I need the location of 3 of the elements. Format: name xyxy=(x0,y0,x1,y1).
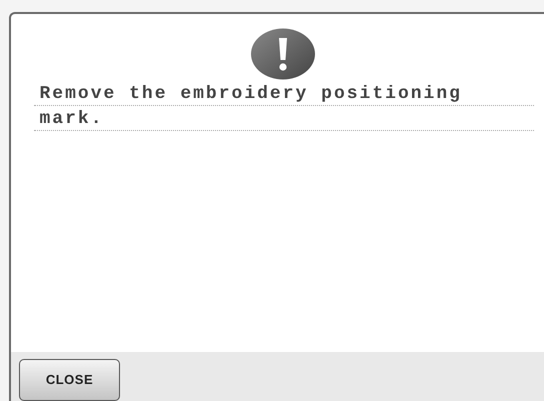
message-text: Remove the embroidery positioning mark. xyxy=(40,83,463,131)
close-button[interactable]: CLOSE xyxy=(19,358,120,400)
warning-icon xyxy=(250,28,316,80)
